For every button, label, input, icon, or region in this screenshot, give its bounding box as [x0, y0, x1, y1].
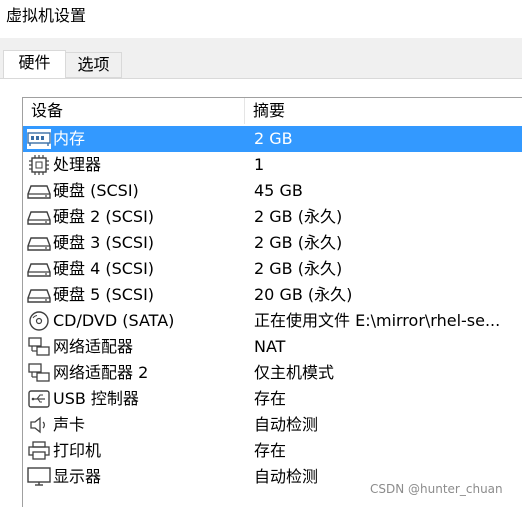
- device-summary: 45 GB: [254, 181, 303, 200]
- device-row[interactable]: CD/DVD (SATA) 正在使用文件 E:\mirror\rhel-se...: [23, 308, 522, 334]
- speaker-icon: [27, 415, 51, 435]
- device-summary: 1: [254, 155, 265, 174]
- device-row[interactable]: 网络适配器 2 仅主机模式: [23, 360, 522, 386]
- device-list[interactable]: 设备 摘要 内存 2 GB 处理器 1 硬盘 (SCSI) 45 GB 硬盘 2 (SCSI…: [22, 97, 522, 507]
- device-summary: 2 GB (永久): [254, 233, 343, 252]
- device-rows: 内存 2 GB 处理器 1 硬盘 (SCSI) 45 GB 硬盘 2 (SCSI) 2 GB …: [23, 126, 522, 490]
- device-name: 硬盘 3 (SCSI): [53, 233, 155, 252]
- device-name: 打印机: [53, 441, 102, 460]
- device-name: 硬盘 (SCSI): [53, 181, 139, 200]
- device-name: 硬盘 5 (SCSI): [53, 285, 155, 304]
- device-row[interactable]: 硬盘 (SCSI) 45 GB: [23, 178, 522, 204]
- device-row[interactable]: 声卡 自动检测: [23, 412, 522, 438]
- device-row[interactable]: 硬盘 3 (SCSI) 2 GB (永久): [23, 230, 522, 256]
- device-summary: 仅主机模式: [254, 363, 335, 382]
- device-summary: 2 GB: [254, 129, 293, 148]
- device-row[interactable]: 硬盘 4 (SCSI) 2 GB (永久): [23, 256, 522, 282]
- device-summary: 存在: [254, 441, 287, 460]
- device-summary: 存在: [254, 389, 287, 408]
- network-adapter-icon: [27, 363, 51, 383]
- processor-icon: [27, 155, 51, 175]
- device-name: USB 控制器: [53, 389, 139, 408]
- hard-disk-icon: [27, 181, 51, 201]
- device-row[interactable]: 网络适配器 NAT: [23, 334, 522, 360]
- device-name: 显示器: [53, 467, 102, 486]
- column-header-device[interactable]: 设备: [23, 98, 245, 124]
- tab-hardware[interactable]: 硬件: [3, 50, 66, 78]
- device-name: 网络适配器: [53, 337, 134, 356]
- window-title: 虚拟机设置: [6, 6, 87, 25]
- device-summary: 自动检测: [254, 415, 319, 434]
- device-summary: 2 GB (永久): [254, 259, 343, 278]
- device-name: 硬盘 4 (SCSI): [53, 259, 155, 278]
- tab-options[interactable]: 选项: [66, 52, 122, 78]
- device-row[interactable]: 内存 2 GB: [23, 126, 522, 152]
- hardware-panel: 设备 摘要 内存 2 GB 处理器 1 硬盘 (SCSI) 45 GB 硬盘 2 (SCSI…: [0, 78, 522, 507]
- device-name: 内存: [53, 129, 86, 148]
- device-name: 处理器: [53, 155, 102, 174]
- device-summary: 20 GB (永久): [254, 285, 353, 304]
- device-row[interactable]: USB 控制器 存在: [23, 386, 522, 412]
- tab-strip: 硬件 选项: [0, 38, 522, 78]
- device-summary: 正在使用文件 E:\mirror\rhel-se...: [254, 311, 501, 330]
- device-name: 声卡: [53, 415, 86, 434]
- hard-disk-icon: [27, 233, 51, 253]
- device-name: 硬盘 2 (SCSI): [53, 207, 155, 226]
- memory-icon: [27, 129, 51, 149]
- device-summary: NAT: [254, 337, 286, 356]
- device-row[interactable]: 硬盘 2 (SCSI) 2 GB (永久): [23, 204, 522, 230]
- cd-dvd-icon: [27, 311, 51, 331]
- device-name: CD/DVD (SATA): [53, 311, 175, 330]
- device-row[interactable]: 打印机 存在: [23, 438, 522, 464]
- hard-disk-icon: [27, 285, 51, 305]
- device-summary: 2 GB (永久): [254, 207, 343, 226]
- device-row[interactable]: 硬盘 5 (SCSI) 20 GB (永久): [23, 282, 522, 308]
- usb-icon: [27, 389, 51, 409]
- column-header-summary[interactable]: 摘要: [245, 98, 522, 124]
- list-header: 设备 摘要: [23, 98, 522, 124]
- hard-disk-icon: [27, 259, 51, 279]
- title-bar: 虚拟机设置: [0, 0, 522, 38]
- hard-disk-icon: [27, 207, 51, 227]
- device-row[interactable]: 处理器 1: [23, 152, 522, 178]
- monitor-icon: [27, 467, 51, 487]
- device-name: 网络适配器 2: [53, 363, 149, 382]
- network-adapter-icon: [27, 337, 51, 357]
- printer-icon: [27, 441, 51, 461]
- watermark: CSDN @hunter_chuan: [370, 482, 503, 496]
